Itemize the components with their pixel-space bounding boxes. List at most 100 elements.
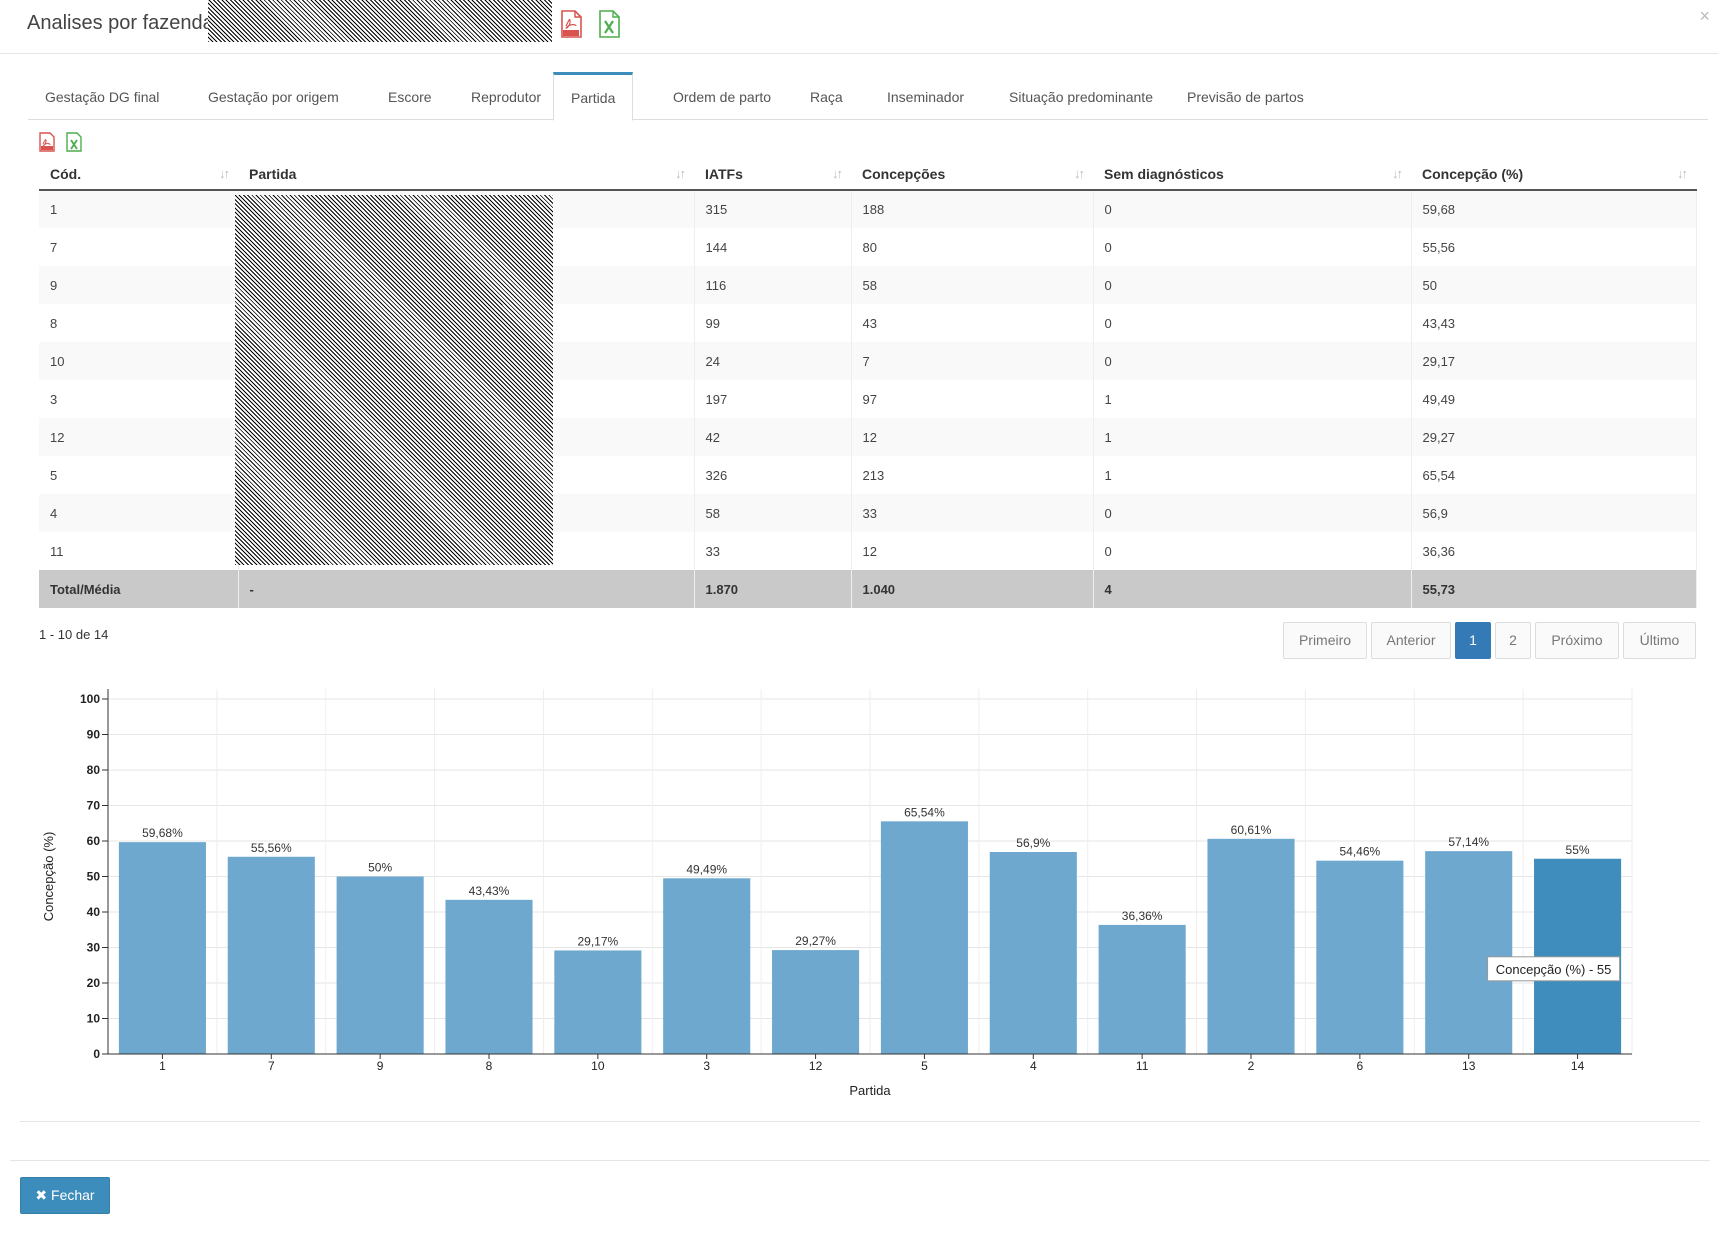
y-tick-label: 90: [87, 728, 101, 742]
cell-concepcao-pct: 43,43: [1411, 304, 1697, 342]
cell-cod: 11: [39, 532, 239, 570]
bar-4: [989, 852, 1077, 1054]
page-first-button[interactable]: Primeiro: [1283, 622, 1367, 659]
cell-sem-diagnosticos: 0: [1093, 532, 1412, 570]
bar-10: [554, 950, 642, 1054]
cell-cod: 1: [39, 190, 239, 228]
page-next-button[interactable]: Próximo: [1535, 622, 1619, 659]
close-icon[interactable]: ×: [1699, 6, 1710, 27]
x-tick-label: 7: [268, 1059, 275, 1073]
sort-icon[interactable]: ↓↑: [219, 166, 230, 181]
col-label: Concepções: [862, 165, 946, 182]
tab-inseminador[interactable]: Inseminador: [870, 72, 981, 120]
page-1-button[interactable]: 1: [1455, 622, 1491, 659]
col-header-concepcao-pct[interactable]: Concepção (%) ↓↑: [1411, 158, 1696, 191]
col-header-iatfs[interactable]: IATFs ↓↑: [694, 158, 851, 191]
x-tick-label: 3: [703, 1059, 710, 1073]
cell-concepcao-pct: 29,17: [1411, 342, 1697, 380]
bar-9: [336, 876, 424, 1054]
x-tick-label: 10: [591, 1059, 605, 1073]
bar-1: [118, 842, 206, 1054]
tab-partida[interactable]: Partida: [553, 72, 634, 121]
redacted-farm-name: [208, 0, 552, 42]
tab-escore[interactable]: Escore: [371, 72, 449, 120]
tab-raca[interactable]: Raça: [793, 72, 860, 120]
col-header-sem-diagnosticos[interactable]: Sem diagnósticos ↓↑: [1093, 158, 1411, 191]
tab-situacao-predominante[interactable]: Situação predominante: [992, 72, 1170, 120]
cell-cod: 9: [39, 266, 239, 304]
footer-divider: [10, 1160, 1710, 1161]
col-label: Partida: [249, 165, 297, 182]
cell-iatfs: 326: [694, 456, 852, 494]
tab-previsao-de-partos[interactable]: Previsão de partos: [1170, 72, 1321, 120]
col-header-partida[interactable]: Partida ↓↑: [238, 158, 694, 191]
cell-concepcao-pct: 50: [1411, 266, 1697, 304]
data-label: 59,68%: [142, 826, 183, 840]
cell-concepcoes: 12: [851, 418, 1094, 456]
sort-icon[interactable]: ↓↑: [1074, 166, 1085, 181]
cell-concepcoes: 80: [851, 228, 1094, 266]
page-2-button[interactable]: 2: [1495, 622, 1531, 659]
data-label: 29,17%: [578, 934, 619, 948]
cell-concepcao-pct: 36,36: [1411, 532, 1697, 570]
tooltip-text: Concepção (%) - 55: [1496, 962, 1612, 977]
tab-reprodutor[interactable]: Reprodutor: [454, 72, 558, 120]
fechar-button[interactable]: ✖ Fechar: [20, 1177, 110, 1214]
col-header-concepcoes[interactable]: Concepções ↓↑: [851, 158, 1093, 191]
cell-concepcao-pct: 29,27: [1411, 418, 1697, 456]
cell-sem-diagnosticos: 0: [1093, 342, 1412, 380]
total-sem-diagnosticos: 4: [1093, 570, 1412, 608]
cell-sem-diagnosticos: 0: [1093, 494, 1412, 532]
y-tick-label: 40: [87, 905, 101, 919]
tab-ordem-de-parto[interactable]: Ordem de parto: [656, 72, 788, 120]
cell-concepcoes: 33: [851, 494, 1094, 532]
sort-icon[interactable]: ↓↑: [832, 166, 843, 181]
col-label: IATFs: [705, 165, 743, 182]
x-tick-label: 9: [377, 1059, 384, 1073]
data-label: 57,14%: [1448, 835, 1489, 849]
bar-8: [445, 899, 533, 1054]
page-prev-button[interactable]: Anterior: [1371, 622, 1451, 659]
cell-iatfs: 33: [694, 532, 852, 570]
data-label: 50%: [368, 861, 392, 875]
cell-sem-diagnosticos: 0: [1093, 266, 1412, 304]
y-tick-label: 60: [87, 834, 101, 848]
sort-icon[interactable]: ↓↑: [1677, 166, 1688, 181]
tab-bar: Gestação DG final Gestação por origem Es…: [28, 72, 1708, 121]
sort-icon[interactable]: ↓↑: [1392, 166, 1403, 181]
data-label: 36,36%: [1122, 909, 1163, 923]
fechar-label: Fechar: [51, 1187, 95, 1203]
y-axis-label: Concepção (%): [41, 832, 56, 922]
x-tick-label: 4: [1030, 1059, 1037, 1073]
x-tick-label: 13: [1462, 1059, 1476, 1073]
pdf-export-icon[interactable]: [39, 132, 55, 152]
page-last-button[interactable]: Último: [1623, 622, 1696, 659]
cell-cod: 8: [39, 304, 239, 342]
cell-concepcao-pct: 65,54: [1411, 456, 1697, 494]
cell-sem-diagnosticos: 1: [1093, 380, 1412, 418]
col-header-cod[interactable]: Cód. ↓↑: [39, 158, 238, 191]
cell-iatfs: 58: [694, 494, 852, 532]
col-label: Cód.: [50, 165, 82, 182]
data-label: 29,27%: [795, 934, 836, 948]
cell-concepcoes: 213: [851, 456, 1094, 494]
cell-concepcoes: 12: [851, 532, 1094, 570]
cell-iatfs: 144: [694, 228, 852, 266]
sort-icon[interactable]: ↓↑: [675, 166, 686, 181]
tab-gestacao-dg-final[interactable]: Gestação DG final: [28, 72, 176, 120]
cell-cod: 3: [39, 380, 239, 418]
tab-gestacao-por-origem[interactable]: Gestação por origem: [191, 72, 356, 120]
y-tick-label: 80: [87, 763, 101, 777]
table-total-row: Total/Média - 1.870 1.040 4 55,73: [39, 570, 1697, 608]
pdf-icon[interactable]: [560, 10, 582, 38]
data-label: 65,54%: [904, 805, 945, 819]
total-partida: -: [238, 570, 695, 608]
cell-concepcoes: 58: [851, 266, 1094, 304]
y-tick-label: 70: [87, 799, 101, 813]
x-tick-label: 5: [921, 1059, 928, 1073]
excel-icon[interactable]: [598, 10, 620, 38]
excel-export-icon[interactable]: [66, 132, 82, 152]
y-tick-label: 50: [87, 870, 101, 884]
cell-concepcoes: 43: [851, 304, 1094, 342]
bar-2: [1207, 838, 1295, 1054]
